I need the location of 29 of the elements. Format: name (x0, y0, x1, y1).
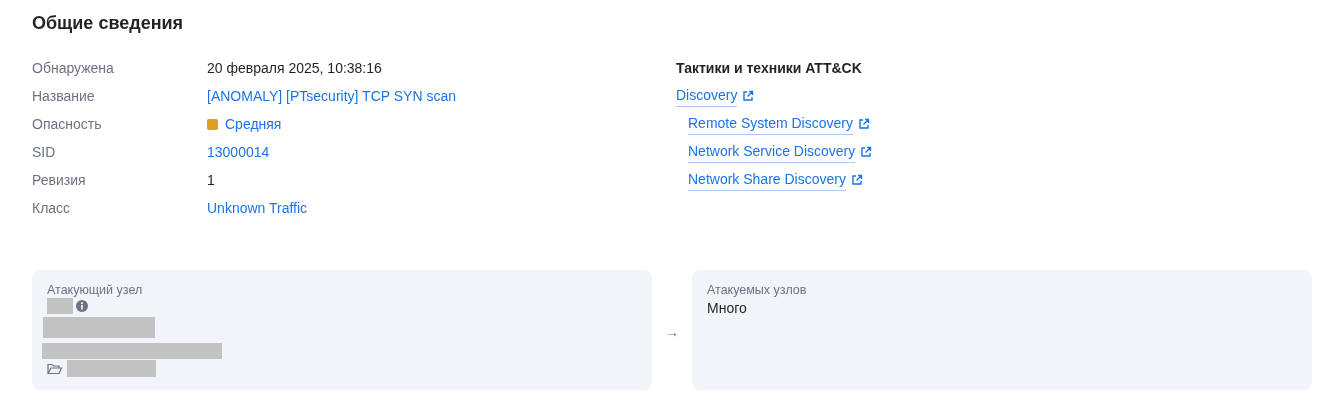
field-link[interactable]: [ANOMALY] [PTsecurity] TCP SYN scan (207, 85, 456, 107)
field-label: Класс (32, 198, 72, 218)
field-value: 20 февраля 2025, 10:38:16 (207, 58, 382, 78)
arrow: → (664, 322, 680, 342)
field-label: Название (32, 86, 96, 106)
field-label: SID (32, 142, 57, 162)
card-label: Атакующий узел (47, 282, 144, 298)
attack-title: Тактики и техники ATT&CK (676, 58, 862, 78)
field-label: Опасность (32, 114, 103, 134)
technique-link[interactable]: Network Service Discovery (688, 141, 856, 163)
external-link-icon (857, 118, 870, 130)
external-link-icon (850, 174, 863, 186)
redacted-block (47, 298, 73, 314)
severity-link[interactable]: Средняя (225, 113, 282, 135)
external-link-icon (742, 90, 755, 102)
card-label: Атакуемых узлов (707, 282, 808, 298)
field-link[interactable]: Unknown Traffic (207, 197, 308, 219)
technique-link[interactable]: Discovery (676, 85, 738, 107)
technique-link[interactable]: Network Share Discovery (688, 169, 846, 191)
external-link-icon (860, 146, 873, 158)
section-title: Общие сведения (32, 12, 185, 35)
field-link[interactable]: 13000014 (207, 141, 270, 163)
field-value: 1 (207, 170, 215, 190)
field-label: Обнаружена (32, 58, 115, 78)
field-label: Ревизия (32, 170, 87, 190)
technique-link[interactable]: Remote System Discovery (688, 113, 853, 135)
folder-icon (47, 362, 63, 375)
card-value: Много (707, 299, 748, 318)
info-icon[interactable] (76, 300, 88, 312)
